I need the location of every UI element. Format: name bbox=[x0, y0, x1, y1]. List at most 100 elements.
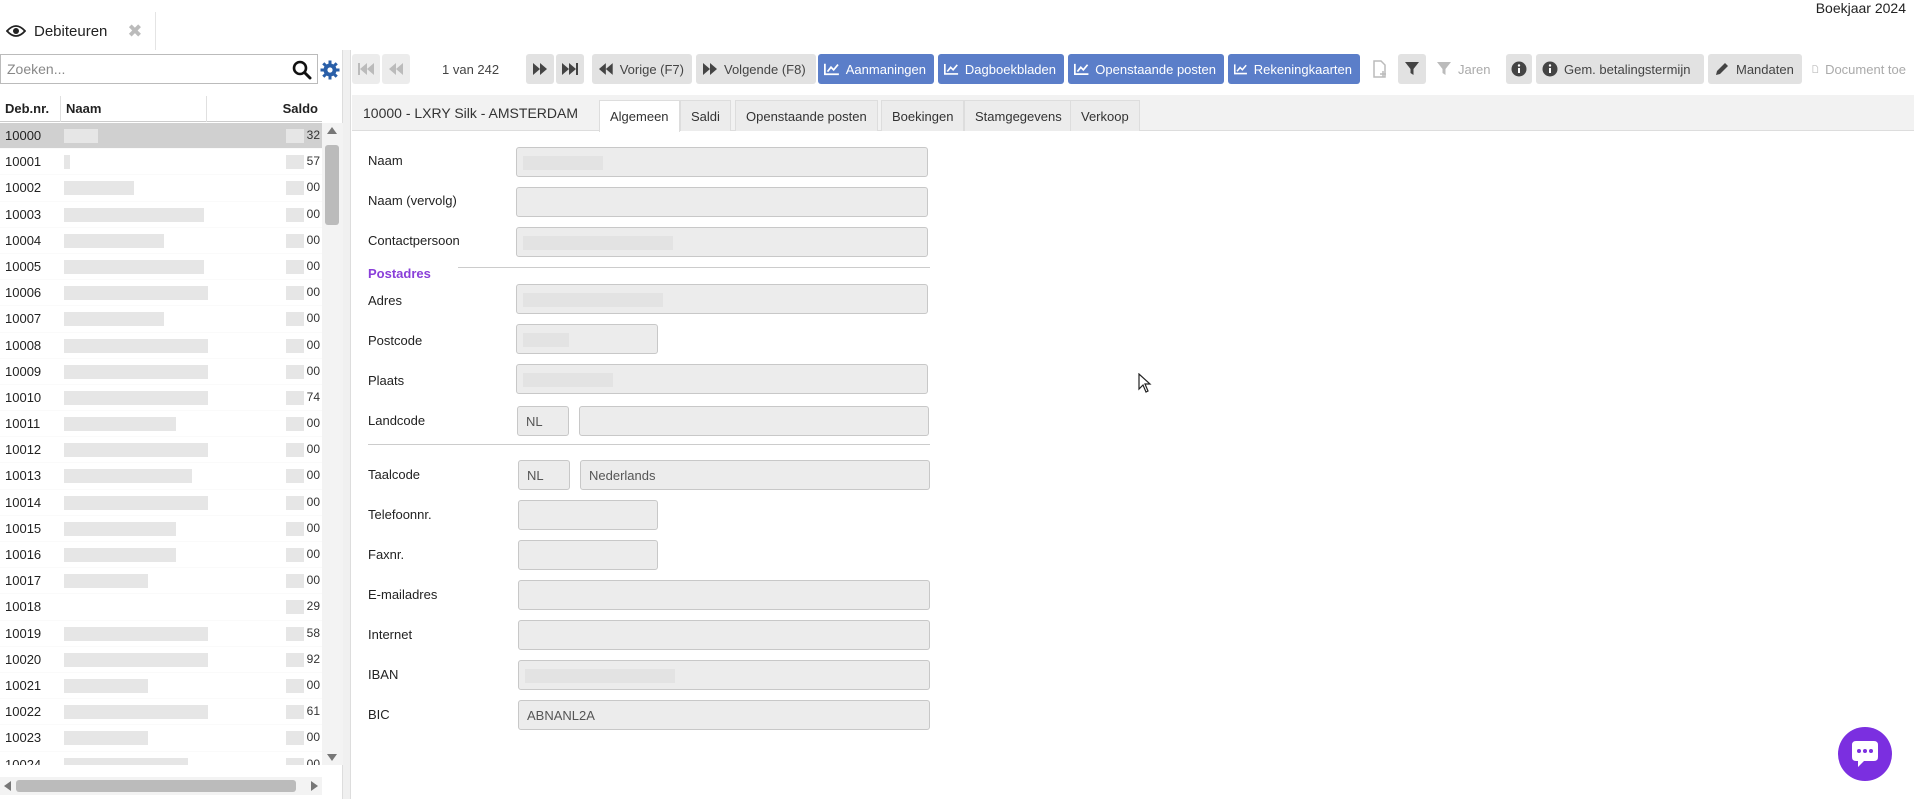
table-row[interactable]: 10009 00 bbox=[0, 359, 322, 385]
table-row[interactable]: 10002 00 bbox=[0, 175, 322, 202]
table-row[interactable]: 10023 00 bbox=[0, 725, 322, 752]
filter-button[interactable] bbox=[1398, 54, 1426, 84]
internet-field[interactable] bbox=[518, 620, 930, 650]
top-bar: Debiteuren ✖ Boekjaar 2024 bbox=[0, 0, 1914, 50]
column-header-debnr[interactable]: Deb.nr. bbox=[5, 101, 49, 116]
next-button[interactable]: Volgende (F8) bbox=[696, 54, 816, 84]
table-row[interactable]: 10003 00 bbox=[0, 202, 322, 228]
debtor-number: 10016 bbox=[5, 547, 42, 562]
scroll-thumb-horizontal[interactable] bbox=[16, 780, 296, 792]
fax-field[interactable] bbox=[518, 540, 658, 570]
search-input[interactable] bbox=[0, 54, 318, 84]
column-header-saldo[interactable]: Saldo bbox=[283, 101, 318, 116]
table-row[interactable]: 10011 00 bbox=[0, 411, 322, 438]
debtor-name-redacted bbox=[64, 757, 188, 765]
horizontal-scrollbar[interactable] bbox=[0, 777, 322, 795]
table-row[interactable]: 10006 00 bbox=[0, 280, 322, 307]
naam-vervolg-field[interactable] bbox=[516, 187, 928, 217]
scroll-left-icon[interactable] bbox=[4, 781, 11, 791]
scroll-right-icon[interactable] bbox=[311, 781, 318, 791]
pane-splitter[interactable] bbox=[343, 50, 351, 799]
tab-saldi[interactable]: Saldi bbox=[680, 100, 731, 131]
jaren-button[interactable]: Jaren bbox=[1430, 54, 1502, 84]
contactpersoon-field[interactable] bbox=[516, 227, 928, 257]
land-name-field[interactable] bbox=[579, 406, 929, 436]
table-row[interactable]: 10014 00 bbox=[0, 490, 322, 516]
new-document-button[interactable] bbox=[1366, 54, 1394, 84]
plaats-field[interactable] bbox=[516, 364, 928, 394]
record-title: 10000 - LXRY Silk - AMSTERDAM bbox=[363, 105, 579, 121]
tab-debiteuren[interactable]: Debiteuren ✖ bbox=[0, 12, 156, 50]
close-icon[interactable]: ✖ bbox=[127, 21, 142, 42]
table-row[interactable]: 10015 00 bbox=[0, 516, 322, 542]
chat-button[interactable] bbox=[1838, 727, 1892, 781]
table-row[interactable]: 10022 61 bbox=[0, 699, 322, 726]
search-icon[interactable] bbox=[292, 60, 312, 80]
table-row[interactable]: 10017 00 bbox=[0, 568, 322, 595]
tab-verkoop[interactable]: Verkoop bbox=[1070, 100, 1140, 131]
landcode-field[interactable]: NL bbox=[517, 406, 569, 436]
table-row[interactable]: 10004 00 bbox=[0, 228, 322, 254]
saldo-redacted bbox=[286, 390, 304, 405]
saldo-redacted bbox=[286, 705, 304, 720]
table-row[interactable]: 10013 00 bbox=[0, 463, 322, 490]
debtor-grid: 10000 32 10001 57 10002 00 10003 00 10004 00 10005… bbox=[0, 123, 322, 765]
tab-boekingen[interactable]: Boekingen bbox=[881, 100, 965, 131]
debtor-saldo: 57 bbox=[306, 154, 320, 169]
debtor-number: 10019 bbox=[5, 625, 42, 641]
tab-openstaande-posten[interactable]: Openstaande posten bbox=[735, 100, 878, 131]
table-row[interactable]: 10021 00 bbox=[0, 673, 322, 700]
naam-field[interactable] bbox=[516, 147, 928, 177]
tab-algemeen[interactable]: Algemeen bbox=[599, 100, 680, 132]
betalingstermijn-button[interactable]: Gem. betalingstermijn bbox=[1536, 54, 1704, 84]
openstaande-posten-button[interactable]: Openstaande posten bbox=[1068, 54, 1224, 84]
table-row[interactable]: 10000 32 bbox=[0, 123, 322, 150]
table-row[interactable]: 10007 00 bbox=[0, 306, 322, 333]
debtor-name-redacted bbox=[64, 495, 208, 510]
vertical-scrollbar[interactable] bbox=[322, 123, 343, 765]
last-record-button[interactable] bbox=[556, 54, 584, 84]
debtor-saldo: 58 bbox=[306, 625, 320, 640]
rekeningkaarten-button[interactable]: Rekeningkaarten bbox=[1228, 54, 1360, 84]
iban-field[interactable] bbox=[518, 660, 930, 690]
debtor-number: 10006 bbox=[5, 285, 42, 301]
previous-record-button[interactable] bbox=[382, 54, 410, 84]
dagboekbladen-button[interactable]: Dagboekbladen bbox=[938, 54, 1064, 84]
table-row[interactable]: 10020 92 bbox=[0, 647, 322, 673]
table-row[interactable]: 10001 57 bbox=[0, 149, 322, 176]
gear-icon[interactable] bbox=[320, 60, 340, 80]
adres-field[interactable] bbox=[516, 284, 928, 314]
first-record-button[interactable] bbox=[352, 54, 380, 84]
rewind-icon bbox=[598, 63, 613, 75]
table-row[interactable]: 10016 00 bbox=[0, 542, 322, 569]
label-telefoon: Telefoonnr. bbox=[368, 507, 432, 522]
table-row[interactable]: 10010 74 bbox=[0, 385, 322, 412]
scroll-up-icon[interactable] bbox=[327, 127, 337, 134]
taalcode-field[interactable]: NL bbox=[518, 460, 570, 490]
document-button[interactable]: Document toe bbox=[1806, 54, 1914, 84]
info-button[interactable] bbox=[1506, 54, 1532, 84]
table-row[interactable]: 10012 00 bbox=[0, 437, 322, 464]
debtor-number: 10007 bbox=[5, 311, 42, 327]
column-header-naam[interactable]: Naam bbox=[66, 101, 101, 116]
table-row[interactable]: 10019 58 bbox=[0, 621, 322, 647]
bic-field[interactable]: ABNANL2A bbox=[518, 700, 930, 730]
previous-button[interactable]: Vorige (F7) bbox=[592, 54, 692, 84]
table-row[interactable]: 10018 29 bbox=[0, 594, 322, 621]
tab-stamgegevens[interactable]: Stamgegevens bbox=[964, 100, 1073, 131]
table-row[interactable]: 10008 00 bbox=[0, 333, 322, 359]
aanmaningen-button[interactable]: Aanmaningen bbox=[818, 54, 934, 84]
taal-name-field[interactable]: Nederlands bbox=[580, 460, 930, 490]
debtor-saldo: 00 bbox=[306, 416, 320, 431]
scroll-thumb[interactable] bbox=[325, 145, 339, 225]
mandaten-button[interactable]: Mandaten bbox=[1708, 54, 1802, 84]
saldo-redacted bbox=[286, 600, 304, 615]
table-row[interactable]: 10024 00 bbox=[0, 752, 322, 765]
table-row[interactable]: 10005 00 bbox=[0, 254, 322, 281]
postcode-field[interactable] bbox=[516, 324, 658, 354]
telefoon-field[interactable] bbox=[518, 500, 658, 530]
next-fast-button[interactable] bbox=[526, 54, 554, 84]
scroll-down-icon[interactable] bbox=[327, 754, 337, 761]
debtor-saldo: 00 bbox=[306, 730, 320, 745]
email-field[interactable] bbox=[518, 580, 930, 610]
